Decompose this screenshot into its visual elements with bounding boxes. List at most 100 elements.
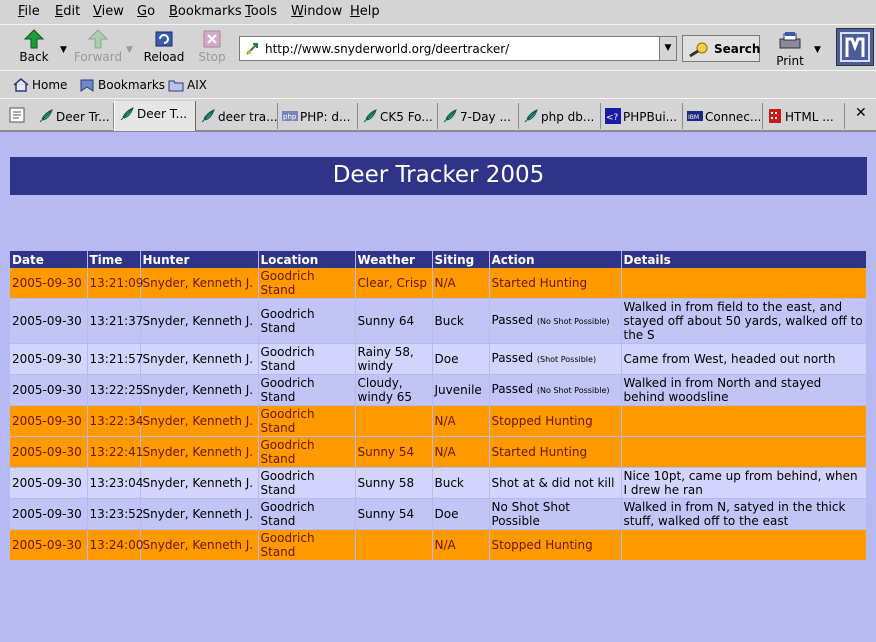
menu-edit[interactable]: Edit bbox=[55, 4, 80, 19]
menu-file[interactable]: File bbox=[18, 4, 40, 19]
forward-button[interactable]: Forward bbox=[72, 27, 124, 67]
cell-details: Came from West, headed out north bbox=[621, 343, 867, 375]
cell-weather: Sunny 58 bbox=[355, 467, 433, 499]
cell-location: Goodrich Stand bbox=[258, 374, 356, 406]
cell-time: 13:24:00 bbox=[87, 529, 143, 561]
menu-view[interactable]: View bbox=[93, 4, 124, 19]
cell-date: 2005-09-30 bbox=[10, 436, 88, 468]
stop-icon bbox=[203, 30, 221, 48]
cell-action: Passed (No Shot Possible) bbox=[489, 374, 622, 406]
feather-icon bbox=[443, 109, 457, 123]
home-button[interactable]: Home bbox=[13, 78, 67, 92]
print-dropdown[interactable]: ▼ bbox=[814, 45, 821, 55]
folder-icon bbox=[168, 80, 184, 92]
cell-hunter: Snyder, Kenneth J. bbox=[140, 405, 259, 437]
column-header-date: Date bbox=[10, 251, 88, 268]
cell-location: Goodrich Stand bbox=[258, 436, 356, 468]
forward-label: Forward bbox=[73, 50, 123, 64]
menu-bookmarks[interactable]: Bookmarks bbox=[169, 4, 242, 19]
tab-html[interactable]: HTML ... bbox=[763, 103, 845, 129]
column-header-details: Details bbox=[621, 251, 867, 268]
cell-hunter: Snyder, Kenneth J. bbox=[140, 268, 259, 299]
cell-weather: Sunny 54 bbox=[355, 436, 433, 468]
action-text: Started Hunting bbox=[491, 276, 588, 290]
table-row: 2005-09-30 13:22:34 Snyder, Kenneth J. Good… bbox=[10, 405, 867, 437]
column-header-weather: Weather bbox=[355, 251, 433, 268]
tab-php-db[interactable]: php db... bbox=[519, 103, 601, 129]
feather-icon bbox=[39, 109, 53, 123]
cell-details bbox=[621, 436, 867, 468]
cell-location: Goodrich Stand bbox=[258, 467, 356, 499]
table-row: 2005-09-30 13:24:00 Snyder, Kenneth J. Good… bbox=[10, 529, 867, 561]
stop-button[interactable]: Stop bbox=[187, 27, 237, 67]
tab-php-docs[interactable]: php PHP: d... bbox=[278, 103, 358, 129]
ibm-icon: IBM bbox=[687, 111, 703, 121]
cell-action: Passed (Shot Possible) bbox=[489, 343, 622, 375]
cell-siting: Buck bbox=[432, 298, 490, 344]
tab-deer-tracking[interactable]: deer tra... bbox=[196, 103, 278, 129]
cell-date: 2005-09-30 bbox=[10, 467, 88, 499]
column-header-action: Action bbox=[489, 251, 622, 268]
tab-list-icon[interactable] bbox=[8, 106, 26, 124]
feather-icon bbox=[120, 107, 134, 121]
column-header-hunter: Hunter bbox=[140, 251, 259, 268]
close-tab-icon[interactable]: ✕ bbox=[855, 105, 867, 121]
menu-window[interactable]: Window bbox=[291, 4, 342, 19]
cell-time: 13:23:52 bbox=[87, 498, 143, 530]
cell-action: Started Hunting bbox=[489, 436, 622, 468]
cell-details bbox=[621, 268, 867, 299]
reload-label: Reload bbox=[143, 50, 185, 64]
tab-7-day[interactable]: 7-Day ... bbox=[438, 103, 519, 129]
feather-icon bbox=[524, 109, 538, 123]
reload-button[interactable]: Reload bbox=[139, 27, 189, 67]
cell-date: 2005-09-30 bbox=[10, 343, 88, 375]
cell-location: Goodrich Stand bbox=[258, 498, 356, 530]
bookmarks-button[interactable]: Bookmarks bbox=[79, 78, 165, 92]
action-note: (No Shot Possible) bbox=[536, 317, 610, 326]
cell-location: Goodrich Stand bbox=[258, 405, 356, 437]
cell-time: 13:22:25 bbox=[87, 374, 143, 406]
print-button[interactable]: Print bbox=[772, 29, 808, 69]
cell-date: 2005-09-30 bbox=[10, 498, 88, 530]
action-text: Passed bbox=[491, 351, 534, 365]
cell-date: 2005-09-30 bbox=[10, 405, 88, 437]
cell-hunter: Snyder, Kenneth J. bbox=[140, 343, 259, 375]
back-button[interactable]: Back bbox=[9, 27, 59, 67]
url-text: http://www.snyderworld.org/deertracker/ bbox=[265, 42, 510, 56]
menu-help[interactable]: Help bbox=[350, 4, 380, 19]
cell-siting: N/A bbox=[432, 268, 490, 299]
cell-action: Shot at & did not kill bbox=[489, 467, 622, 499]
table-row: 2005-09-30 13:22:41 Snyder, Kenneth J. Good… bbox=[10, 436, 867, 468]
tab-deer-tracker-active[interactable]: Deer T... bbox=[114, 101, 196, 131]
cell-siting: Buck bbox=[432, 467, 490, 499]
tab-ck5-forum[interactable]: CK5 Fo... bbox=[358, 103, 438, 129]
cell-location: Goodrich Stand bbox=[258, 268, 356, 299]
url-history-dropdown[interactable]: ▼ bbox=[659, 36, 677, 61]
menu-tools[interactable]: Tools bbox=[245, 4, 277, 19]
printer-icon bbox=[779, 32, 801, 49]
cell-siting: N/A bbox=[432, 529, 490, 561]
tab-deer-tracker-1[interactable]: Deer Tr... bbox=[34, 103, 114, 129]
search-button[interactable]: Search bbox=[682, 35, 760, 62]
tab-phpbuilder[interactable]: <? PHPBui... bbox=[601, 103, 683, 129]
bookmark-folder-aix[interactable]: AIX bbox=[168, 78, 207, 92]
cell-action: No Shot Shot Possible bbox=[489, 498, 622, 530]
navigation-toolbar: Back ▼ Forward ▼ Reload Stop http://www.… bbox=[0, 24, 876, 70]
search-label: Search bbox=[714, 42, 761, 56]
action-note: (Shot Possible) bbox=[536, 355, 597, 364]
cell-siting: Doe bbox=[432, 343, 490, 375]
url-field[interactable]: http://www.snyderworld.org/deertracker/ bbox=[239, 36, 677, 61]
menu-go[interactable]: Go bbox=[137, 4, 155, 19]
back-history-dropdown[interactable]: ▼ bbox=[60, 45, 67, 55]
cell-weather bbox=[355, 529, 433, 561]
table-row: 2005-09-30 13:23:52 Snyder, Kenneth J. Good… bbox=[10, 498, 867, 530]
svg-text:<?: <? bbox=[606, 113, 619, 123]
cell-action: Passed (No Shot Possible) bbox=[489, 298, 622, 344]
mozilla-logo[interactable] bbox=[836, 28, 874, 66]
table-row: 2005-09-30 13:22:25 Snyder, Kenneth J. Good… bbox=[10, 374, 867, 406]
tab-ibm-connect[interactable]: IBM Connec... bbox=[683, 103, 763, 129]
search-icon bbox=[689, 42, 708, 57]
table-row: 2005-09-30 13:21:57 Snyder, Kenneth J. Good… bbox=[10, 343, 867, 375]
forward-history-dropdown[interactable]: ▼ bbox=[126, 45, 133, 55]
svg-text:IBM: IBM bbox=[688, 114, 699, 121]
